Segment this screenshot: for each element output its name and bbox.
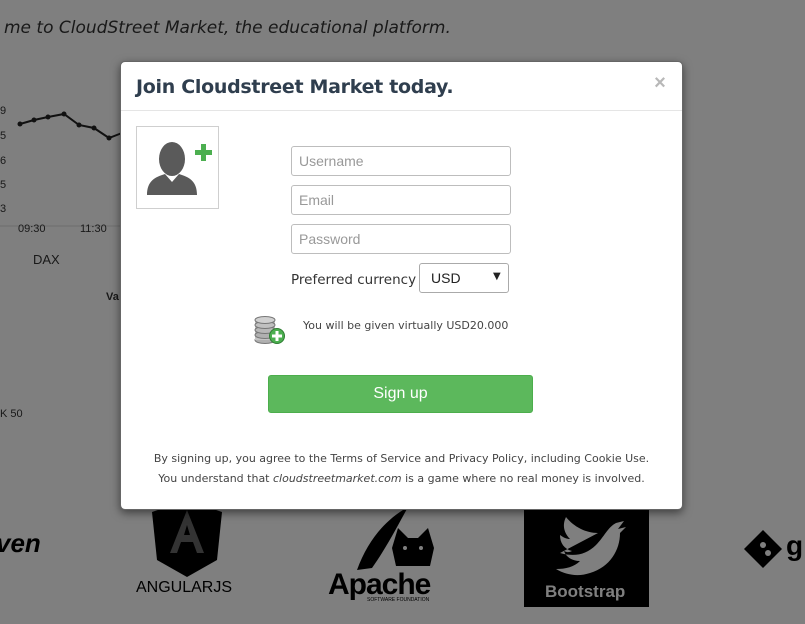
currency-label: Preferred currency [291, 272, 417, 288]
signup-modal: Join Cloudstreet Market today. × Preferr… [120, 61, 683, 510]
avatar-upload[interactable] [136, 126, 219, 209]
terms-text: By signing up, you agree to the Terms of… [153, 452, 650, 465]
site-name: cloudstreetmarket.com [273, 472, 402, 485]
disclaimer-prefix: You understand that [158, 472, 273, 485]
username-field[interactable] [291, 146, 511, 176]
caret-down-icon: ▼ [493, 271, 501, 282]
password-field[interactable] [291, 224, 511, 254]
add-user-icon [147, 142, 212, 195]
signup-button[interactable]: Sign up [268, 375, 533, 413]
disclaimer-text: You understand that cloudstreetmarket.co… [121, 472, 682, 485]
currency-select[interactable]: USD ▼ [419, 263, 509, 293]
email-field[interactable] [291, 185, 511, 215]
modal-header: Join Cloudstreet Market today. × [121, 62, 682, 111]
modal-title: Join Cloudstreet Market today. [136, 76, 454, 98]
coins-icon [254, 316, 285, 344]
bonus-text: You will be given virtually USD20.000 [303, 319, 509, 332]
close-button[interactable]: × [650, 72, 670, 94]
currency-selected-value: USD [431, 270, 461, 286]
disclaimer-suffix: is a game where no real money is involve… [401, 472, 645, 485]
